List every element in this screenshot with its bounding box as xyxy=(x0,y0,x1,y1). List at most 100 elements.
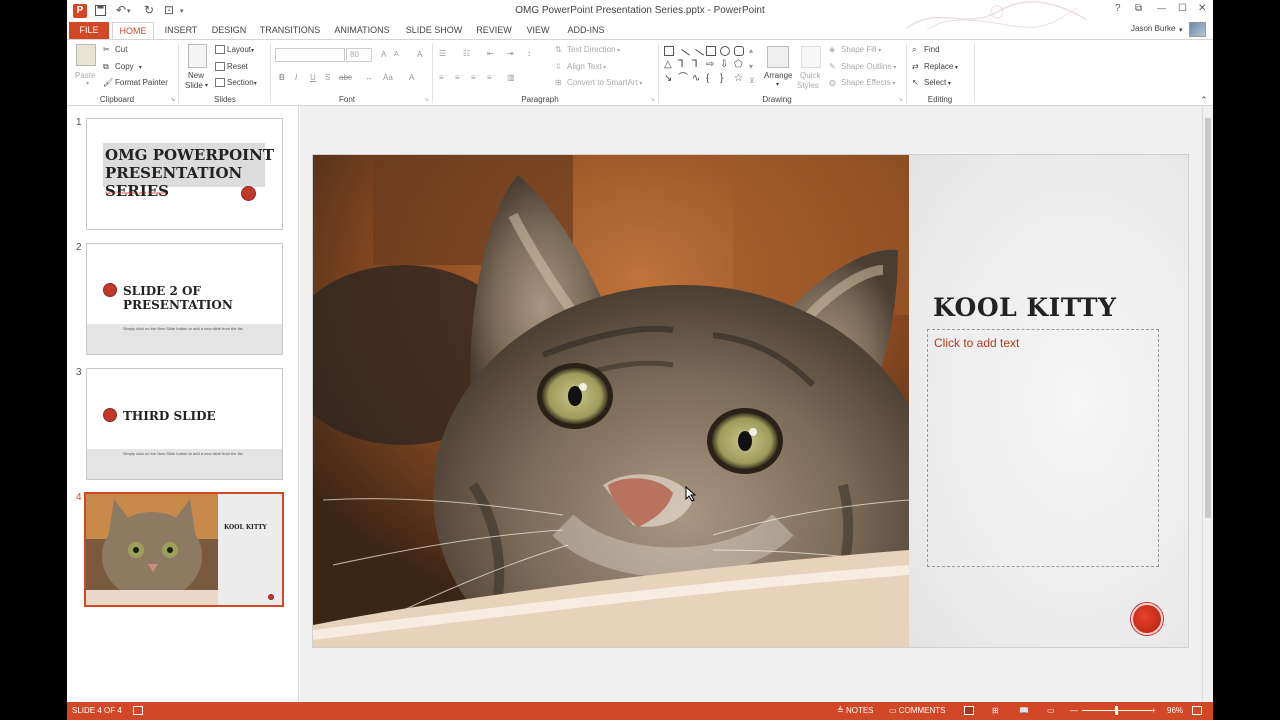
quick-styles-label-1[interactable]: Quick xyxy=(800,71,820,80)
shrink-font-icon[interactable]: A xyxy=(394,51,399,58)
slide-show-icon[interactable]: ▭ xyxy=(1047,706,1055,715)
grow-font-icon[interactable]: A xyxy=(381,50,386,59)
tab-add-ins[interactable]: ADD-INS xyxy=(562,22,610,39)
font-color-button[interactable]: A xyxy=(409,73,414,82)
close-icon[interactable]: ✕ xyxy=(1198,3,1206,14)
font-name-combo[interactable] xyxy=(275,48,345,62)
character-spacing-icon[interactable]: ↔ xyxy=(365,73,373,82)
zoom-in-icon[interactable]: + xyxy=(1151,706,1156,715)
user-dropdown-icon[interactable]: ▾ xyxy=(1179,26,1183,34)
tab-slide-show[interactable]: SLIDE SHOW xyxy=(401,22,467,39)
tab-insert[interactable]: INSERT xyxy=(160,22,202,39)
text-direction-button[interactable]: ⇅ Text Direction ▾ xyxy=(555,45,620,54)
slide-title[interactable]: KOOL KITTY xyxy=(933,293,1116,322)
arrange-dropdown-icon[interactable]: ▾ xyxy=(776,81,779,88)
bullets-icon[interactable]: ☰ xyxy=(439,49,446,58)
spelling-check-icon[interactable] xyxy=(133,706,143,715)
decrease-indent-icon[interactable]: ⇤ xyxy=(487,49,494,58)
font-size-combo[interactable]: 80 xyxy=(346,48,372,62)
zoom-level[interactable]: 96% xyxy=(1167,706,1183,715)
increase-indent-icon[interactable]: ⇥ xyxy=(507,49,514,58)
tab-file[interactable]: FILE xyxy=(69,22,109,39)
underline-button[interactable]: U xyxy=(310,73,316,82)
shape-oval-icon[interactable] xyxy=(720,46,730,56)
tab-home[interactable]: HOME xyxy=(112,22,154,39)
shape-elbow-icon[interactable]: ⅂ xyxy=(678,60,688,70)
align-right-icon[interactable]: ≡ xyxy=(471,73,476,82)
shape-brace-left-icon[interactable]: { xyxy=(706,74,716,84)
shape-rounded-rect-icon[interactable] xyxy=(734,46,744,56)
tab-review[interactable]: REVIEW xyxy=(472,22,516,39)
replace-button[interactable]: ⇄ Replace ▾ xyxy=(912,62,958,71)
new-slide-dropdown-icon[interactable]: ▾ xyxy=(205,82,208,89)
slide-thumbnail-4[interactable]: KOOL KITTY xyxy=(84,492,284,607)
cut-button[interactable]: ✂ Cut xyxy=(103,45,127,54)
shape-arc-icon[interactable]: ⌒ xyxy=(678,74,688,84)
new-slide-label-2[interactable]: Slide xyxy=(185,81,203,90)
paste-dropdown-icon[interactable]: ▾ xyxy=(86,80,89,87)
quick-styles-icon[interactable] xyxy=(801,46,821,68)
paste-button[interactable]: Paste xyxy=(75,71,95,80)
new-slide-icon[interactable] xyxy=(188,44,207,68)
paragraph-launcher-icon[interactable]: ↘ xyxy=(650,96,655,103)
strikethrough-button[interactable]: abc xyxy=(339,73,352,82)
shape-outline-button[interactable]: ✎ Shape Outline ▾ xyxy=(829,62,896,71)
tab-design[interactable]: DESIGN xyxy=(207,22,251,39)
select-button[interactable]: ↖ Select ▾ xyxy=(912,78,951,87)
zoom-slider-knob[interactable] xyxy=(1114,706,1118,715)
tab-animations[interactable]: ANIMATIONS xyxy=(329,22,395,39)
change-case-button[interactable]: Aa xyxy=(383,73,393,82)
shadow-button[interactable]: S xyxy=(325,73,330,82)
shape-brace-right-icon[interactable]: } xyxy=(720,74,730,84)
normal-view-icon[interactable] xyxy=(964,706,974,715)
gallery-scroll-up-icon[interactable]: ▴ xyxy=(749,46,753,55)
minimize-icon[interactable]: — xyxy=(1157,3,1166,13)
slide-thumbnail-2[interactable]: SLIDE 2 OF PRESENTATION Simply click on … xyxy=(86,243,283,355)
format-painter-button[interactable]: 🖌 Format Painter xyxy=(103,78,168,87)
shape-curve-icon[interactable]: ↘ xyxy=(664,74,674,84)
shape-elbow-arrow-icon[interactable]: ⅂ xyxy=(692,60,702,70)
maximize-icon[interactable]: ☐ xyxy=(1178,3,1187,14)
shape-rectangle-icon[interactable] xyxy=(706,46,716,56)
convert-smartart-button[interactable]: ⊞ Convert to SmartArt ▾ xyxy=(555,78,642,87)
columns-icon[interactable]: ▥ xyxy=(507,73,515,82)
arrange-icon[interactable] xyxy=(767,46,789,68)
quick-styles-label-2[interactable]: Styles xyxy=(797,81,819,90)
vertical-scrollbar[interactable] xyxy=(1202,106,1213,702)
collapse-ribbon-icon[interactable]: ⌃ xyxy=(1200,95,1208,106)
bold-button[interactable]: B xyxy=(279,73,285,82)
shape-effects-button[interactable]: ◍ Shape Effects ▾ xyxy=(829,78,895,87)
gallery-scroll-down-icon[interactable]: ▾ xyxy=(749,62,753,71)
placeholder-text[interactable]: Click to add text xyxy=(934,336,1019,350)
user-name[interactable]: Jason Burke xyxy=(1131,24,1175,33)
zoom-out-icon[interactable]: — xyxy=(1070,706,1078,715)
clear-formatting-icon[interactable]: A xyxy=(417,50,422,59)
align-text-button[interactable]: ⇳ Align Text ▾ xyxy=(555,62,606,71)
shape-down-arrow-icon[interactable]: ⇩ xyxy=(720,60,730,70)
shape-triangle-icon[interactable]: △ xyxy=(664,60,674,70)
line-spacing-icon[interactable]: ↕ xyxy=(527,49,531,58)
arrange-button[interactable]: Arrange xyxy=(764,71,792,80)
find-button[interactable]: ⌕ Find xyxy=(912,45,940,54)
copy-button[interactable]: ⧉ Copy ▾ xyxy=(103,62,142,71)
ribbon-display-options-icon[interactable]: ⧉ xyxy=(1135,3,1142,14)
new-slide-label-1[interactable]: New xyxy=(188,71,204,80)
reset-button[interactable]: Reset xyxy=(215,62,248,72)
section-button[interactable]: Section▾ xyxy=(215,78,257,88)
shape-fill-button[interactable]: ◈ Shape Fill ▾ xyxy=(829,45,881,54)
tab-transitions[interactable]: TRANSITIONS xyxy=(257,22,323,39)
shape-pentagon-icon[interactable]: ⬠ xyxy=(734,60,744,70)
reading-view-icon[interactable]: 📖 xyxy=(1019,706,1029,715)
shape-star-icon[interactable]: ☆ xyxy=(734,74,744,84)
comments-button[interactable]: ▭ COMMENTS xyxy=(889,706,945,715)
shape-textbox-icon[interactable] xyxy=(664,46,674,56)
font-launcher-icon[interactable]: ↘ xyxy=(424,96,429,103)
align-left-icon[interactable]: ≡ xyxy=(439,73,444,82)
layout-button[interactable]: Layout▾ xyxy=(215,45,254,55)
drawing-launcher-icon[interactable]: ↘ xyxy=(898,96,903,103)
content-placeholder[interactable]: Click to add text xyxy=(927,329,1159,567)
copy-dropdown-icon[interactable]: ▾ xyxy=(139,65,142,71)
slide-thumbnail-3[interactable]: THIRD SLIDE Simply click on the New Slid… xyxy=(86,368,283,480)
numbering-icon[interactable]: ☷ xyxy=(463,49,470,58)
justify-icon[interactable]: ≡ xyxy=(487,73,492,82)
